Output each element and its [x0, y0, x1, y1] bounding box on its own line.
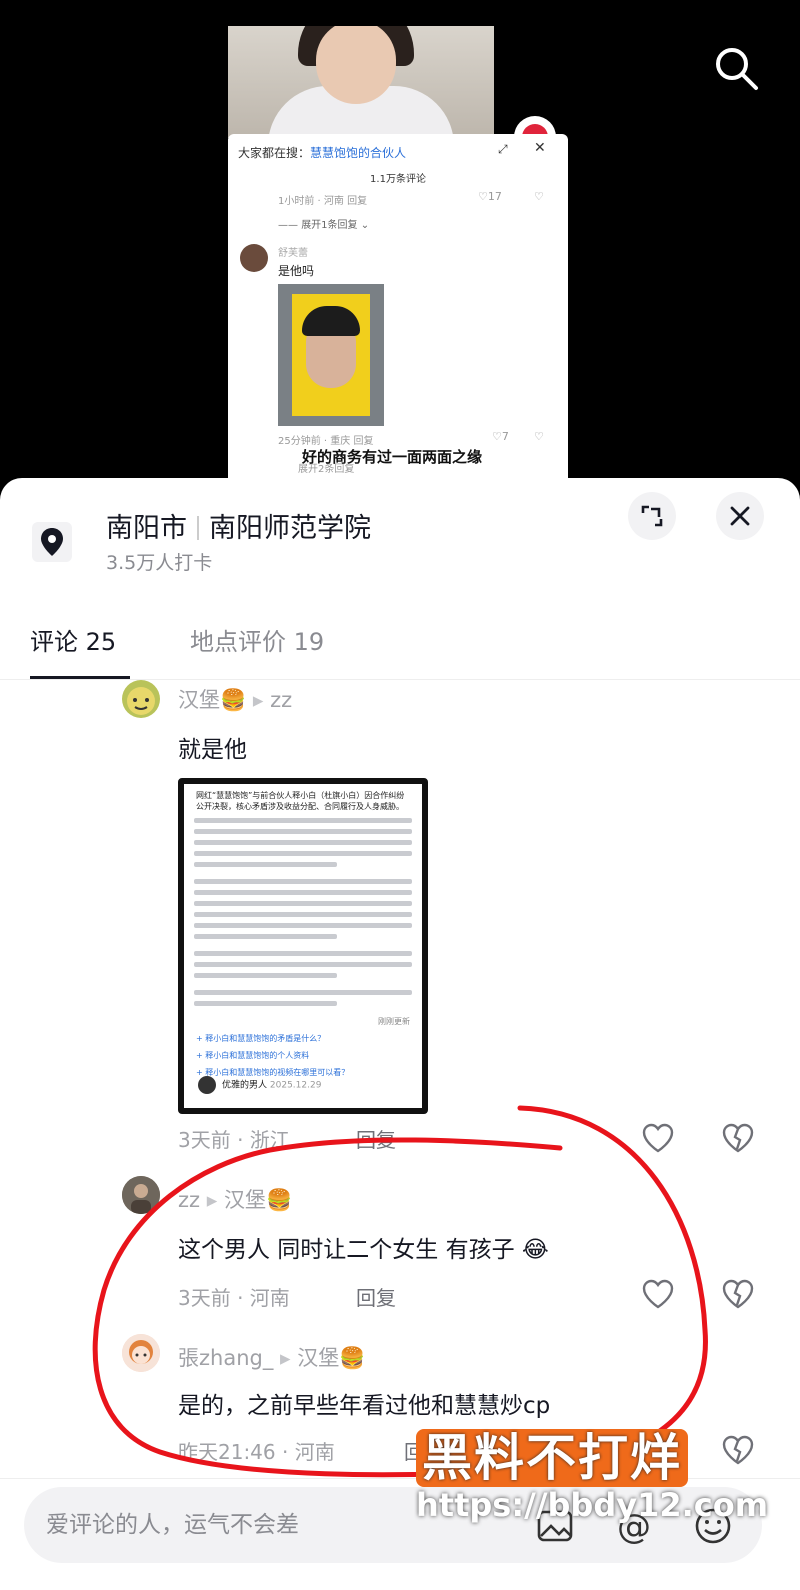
pip-comment-count: 1.1万条评论 — [370, 174, 426, 185]
search-icon[interactable] — [712, 44, 762, 94]
screenshot-question: + 释小白和慧慧饱饱的个人资料 — [196, 1051, 310, 1060]
like-heart-icon[interactable] — [640, 1120, 676, 1156]
location-place: 南阳师范学院 — [209, 513, 371, 544]
pip-search-keyword[interactable]: 慧慧饱饱的合伙人 — [310, 146, 406, 160]
pip-comment-image[interactable] — [278, 284, 384, 426]
pip-like-count[interactable]: ♡17 — [478, 190, 502, 203]
dislike-icon[interactable]: ♡ — [534, 190, 544, 203]
dislike-broken-heart-icon[interactable] — [720, 1120, 756, 1156]
screenshot-title: 网红“慧慧饱饱”与前合伙人释小白（杜旗小白）因合作纠纷公开决裂，核心矛盾涉及收益… — [196, 791, 405, 811]
comment-author[interactable]: zz ▸ 汉堡🍔 — [178, 1184, 292, 1214]
title-divider — [197, 516, 199, 540]
like-heart-icon[interactable] — [640, 1276, 676, 1312]
watermark-url: https://bbdy12.com — [416, 1486, 769, 1524]
dislike-broken-heart-icon[interactable] — [720, 1276, 756, 1312]
pip-comment-text: 是他吗 — [278, 264, 315, 278]
location-city: 南阳市 — [106, 513, 187, 544]
close-icon — [730, 506, 750, 526]
avatar[interactable] — [122, 1176, 160, 1214]
comment-author[interactable]: 汉堡🍔 ▸ zz — [178, 684, 292, 714]
pip-comment-meta: 1小时前 · 河南 回复 — [278, 196, 368, 207]
pip-search-bar[interactable]: 大家都在搜：慧慧饱饱的合伙人 — [238, 144, 406, 161]
expand-button[interactable] — [628, 492, 676, 540]
comment-meta: 3天前 · 浙江 — [178, 1128, 290, 1152]
comment-overlay-preview: 大家都在搜：慧慧饱饱的合伙人 ⤢ ✕ 1.1万条评论 1小时前 · 河南 回复 … — [228, 134, 568, 478]
checkin-count: 3.5万人打卡 — [106, 552, 213, 574]
pip-like-count[interactable]: ♡7 — [492, 430, 509, 443]
dislike-icon[interactable]: ♡ — [534, 430, 544, 443]
avatar[interactable] — [122, 680, 160, 718]
location-pin-icon — [32, 522, 72, 562]
video-frame-person — [228, 26, 494, 138]
reply-button[interactable]: 回复 — [356, 1124, 396, 1153]
video-caption: 好的商务有过一面两面之缘 — [302, 448, 483, 466]
comment-text: 是的，之前早些年看过他和慧慧炒cp — [178, 1393, 551, 1419]
pip-search-prefix: 大家都在搜： — [238, 146, 311, 160]
expand-icon[interactable]: ⤢ — [498, 142, 516, 160]
expand-icon — [641, 505, 663, 527]
tab-place-reviews[interactable]: 地点评价 19 — [190, 622, 324, 657]
screenshot-author: 优雅的男人 2025.12.29 — [198, 1076, 321, 1094]
comment-meta: 3天前 · 河南 — [178, 1286, 290, 1310]
pip-commenter-name[interactable]: 舒芙蕾 — [278, 244, 308, 259]
avatar[interactable] — [122, 1334, 160, 1372]
location-title[interactable]: 南阳市 南阳师范学院 — [106, 506, 371, 545]
active-tab-indicator — [30, 676, 130, 679]
video-player[interactable]: 大家都在搜：慧慧饱饱的合伙人 ⤢ ✕ 1.1万条评论 1小时前 · 河南 回复 … — [0, 0, 800, 500]
tab-comments[interactable]: 评论 25 — [30, 622, 116, 657]
comment-text: 这个男人 同时让二个女生 有孩子 😂 — [178, 1237, 549, 1263]
comment-text: 就是他 — [178, 737, 247, 763]
comment-author[interactable]: 張zhang_ ▸ 汉堡🍔 — [178, 1342, 365, 1372]
comment-meta: 昨天21:46 · 河南 — [178, 1440, 335, 1464]
tab-bar: 评论 25 地点评价 19 — [0, 608, 800, 680]
close-button[interactable] — [716, 492, 764, 540]
avatar[interactable] — [240, 244, 268, 272]
watermark-brand: 黑料不打烊 — [416, 1418, 688, 1490]
pip-expand-replies[interactable]: —— 展开1条回复 ⌄ — [278, 216, 369, 231]
close-icon[interactable]: ✕ — [534, 140, 546, 156]
dislike-broken-heart-icon[interactable] — [720, 1432, 756, 1468]
pip-comment-meta: 25分钟前 · 重庆 回复 — [278, 436, 374, 447]
screenshot-refresh: 刚刚更新 — [378, 1017, 410, 1026]
screenshot-question: + 释小白和慧慧饱饱的矛盾是什么？ — [196, 1034, 326, 1043]
reply-button[interactable]: 回复 — [356, 1282, 396, 1311]
comment-image[interactable]: 网红“慧慧饱饱”与前合伙人释小白（杜旗小白）因合作纠纷公开决裂，核心矛盾涉及收益… — [178, 778, 428, 1114]
